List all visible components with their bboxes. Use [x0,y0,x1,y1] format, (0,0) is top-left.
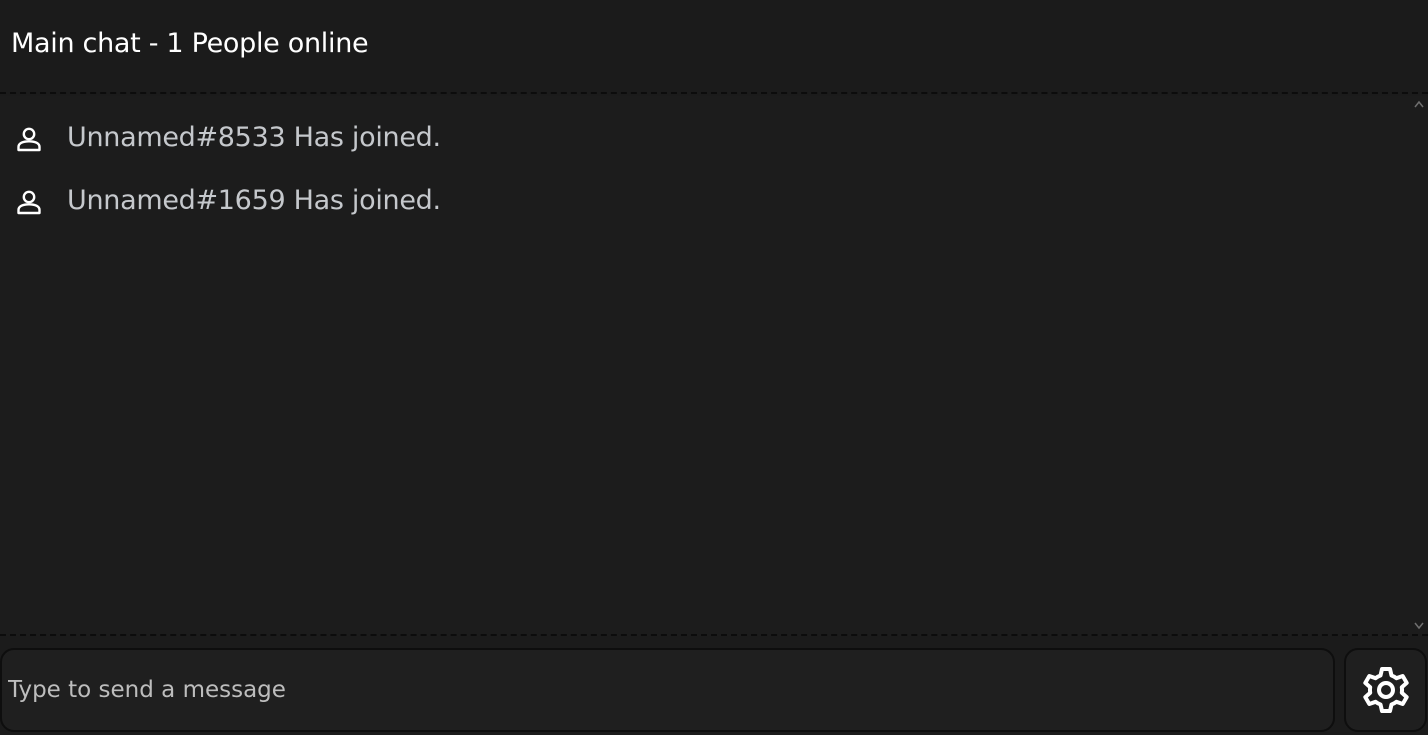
scroll-up-icon[interactable] [1412,98,1426,110]
message-item: Unnamed#8533 Has joined. [0,118,1400,158]
message-item: Unnamed#1659 Has joined. [0,181,1400,221]
gear-icon [1363,667,1409,713]
message-text: Unnamed#8533 Has joined. [67,122,441,153]
chat-app: Main chat - 1 People online Unnamed#8533… [0,0,1428,735]
chat-title: Main chat - 1 People online [11,28,369,59]
message-composer [0,648,1335,732]
chat-header: Main chat - 1 People online [0,0,1428,94]
settings-button[interactable] [1344,648,1427,732]
message-input[interactable] [8,660,1318,720]
message-list[interactable]: Unnamed#8533 Has joined. Unnamed#1659 Ha… [0,96,1428,636]
person-icon [17,190,41,215]
scroll-down-icon[interactable] [1412,620,1426,632]
person-icon [17,127,41,152]
message-text: Unnamed#1659 Has joined. [67,185,441,216]
